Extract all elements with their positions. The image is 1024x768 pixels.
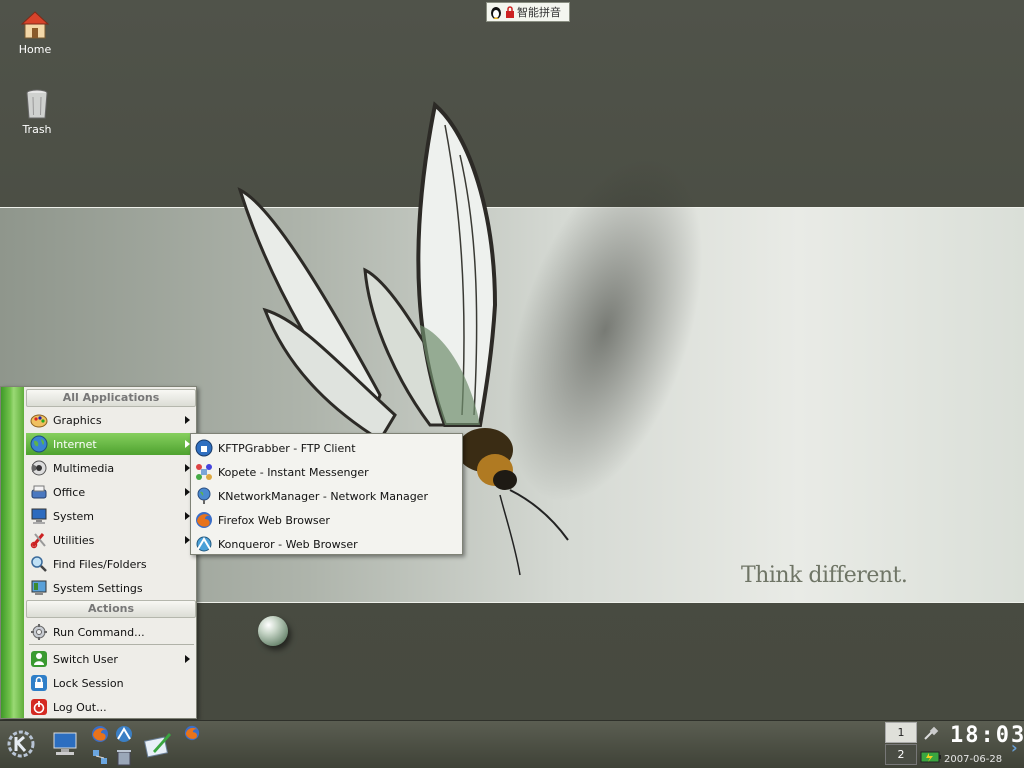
monitor-icon bbox=[53, 732, 77, 755]
kde-icon bbox=[7, 730, 35, 758]
multimedia-icon bbox=[31, 460, 47, 476]
find-icon bbox=[31, 556, 47, 572]
network-plug-icon bbox=[924, 726, 939, 740]
firefox-icon bbox=[92, 726, 108, 742]
menu-item-label: System Settings bbox=[53, 581, 143, 595]
run-icon bbox=[31, 624, 47, 640]
trash-icon bbox=[117, 750, 131, 766]
desktop-icon-home-label: Home bbox=[18, 43, 52, 56]
switch-user-icon bbox=[31, 651, 47, 667]
menu-item-label: System bbox=[53, 509, 95, 523]
menu-item-label: Find Files/Folders bbox=[53, 557, 147, 571]
submenu-item-konqueror[interactable]: Konqueror - Web Browser bbox=[191, 532, 462, 556]
tux-icon bbox=[491, 7, 501, 19]
menu-item-label: Multimedia bbox=[53, 461, 115, 475]
graphics-icon bbox=[30, 414, 48, 428]
menu-item-graphics[interactable]: Graphics bbox=[26, 409, 196, 431]
menu-item-run-command[interactable]: Run Command... bbox=[26, 621, 196, 643]
k-menu-sidebar bbox=[1, 387, 24, 718]
menu-header-all-applications: All Applications bbox=[26, 389, 196, 407]
utilities-icon bbox=[30, 533, 46, 549]
menu-item-office[interactable]: Office bbox=[26, 481, 196, 503]
menu-item-system[interactable]: System bbox=[26, 505, 196, 527]
wallpaper-slogan: Think different. bbox=[741, 563, 908, 588]
menu-item-system-settings[interactable]: System Settings bbox=[26, 577, 196, 599]
lock-icon bbox=[31, 675, 47, 691]
taskbar bbox=[0, 720, 1024, 768]
pager-desktop-2[interactable]: 2 bbox=[885, 744, 917, 765]
office-icon bbox=[31, 485, 47, 499]
desktop-pager: 1 2 bbox=[885, 722, 917, 766]
logout-icon bbox=[31, 699, 47, 715]
clock-date[interactable]: 2007-06-28 bbox=[944, 754, 1002, 765]
menu-item-label: Run Command... bbox=[53, 625, 145, 639]
konqueror-icon bbox=[196, 536, 212, 552]
kopete-icon bbox=[196, 464, 212, 480]
konqueror-launcher[interactable] bbox=[114, 724, 134, 744]
menu-item-find-files[interactable]: Find Files/Folders bbox=[26, 553, 196, 575]
battery-tray[interactable] bbox=[920, 747, 942, 767]
internet-submenu: KFTPGrabber - FTP Client Kopete - Instan… bbox=[190, 433, 463, 555]
pager-desktop-1[interactable]: 1 bbox=[885, 722, 917, 743]
menu-header-actions: Actions bbox=[26, 600, 196, 618]
edit-icon bbox=[143, 733, 171, 758]
menu-item-lock-session[interactable]: Lock Session bbox=[26, 672, 196, 694]
menu-item-label: Office bbox=[53, 485, 86, 499]
firefox-icon bbox=[184, 725, 200, 741]
menu-item-multimedia[interactable]: Multimedia bbox=[26, 457, 196, 479]
submenu-item-label: KFTPGrabber - FTP Client bbox=[218, 441, 356, 455]
desktop-icon-home[interactable]: Home bbox=[5, 10, 65, 56]
menu-item-label: Graphics bbox=[53, 413, 102, 427]
battery-icon bbox=[920, 751, 941, 763]
menu-item-internet[interactable]: Internet bbox=[26, 433, 196, 455]
konqueror-icon bbox=[116, 726, 132, 742]
submenu-arrow-icon bbox=[185, 655, 190, 663]
menu-item-switch-user[interactable]: Switch User bbox=[26, 648, 196, 670]
taskbar-more-arrow[interactable]: › bbox=[1011, 738, 1018, 757]
k-menu-button[interactable] bbox=[4, 725, 38, 763]
menu-separator bbox=[29, 644, 194, 645]
ftp-icon bbox=[195, 439, 213, 457]
menu-item-label: Lock Session bbox=[53, 676, 124, 690]
submenu-item-label: Kopete - Instant Messenger bbox=[218, 465, 369, 479]
submenu-item-knetworkmanager[interactable]: KNetworkManager - Network Manager bbox=[191, 484, 462, 508]
submenu-item-label: Konqueror - Web Browser bbox=[218, 537, 358, 551]
settings-icon bbox=[31, 580, 47, 595]
menu-item-label: Log Out... bbox=[53, 700, 107, 714]
trash-launcher[interactable] bbox=[114, 747, 134, 767]
firefox-icon bbox=[196, 512, 212, 528]
desktop-icon-trash-label: Trash bbox=[22, 123, 52, 136]
submenu-item-label: Firefox Web Browser bbox=[218, 513, 330, 527]
network-tray[interactable] bbox=[920, 723, 942, 745]
network-icon bbox=[93, 750, 107, 764]
system-icon bbox=[31, 508, 47, 524]
home-icon bbox=[20, 11, 50, 39]
editor-launcher[interactable] bbox=[142, 727, 174, 761]
menu-item-label: Utilities bbox=[53, 533, 95, 547]
submenu-item-label: KNetworkManager - Network Manager bbox=[218, 489, 428, 503]
input-method-label: 智能拼音 bbox=[517, 6, 561, 19]
submenu-item-firefox[interactable]: Firefox Web Browser bbox=[191, 508, 462, 532]
submenu-item-kopete[interactable]: Kopete - Instant Messenger bbox=[191, 460, 462, 484]
lock-icon bbox=[506, 6, 514, 18]
internet-icon bbox=[30, 435, 48, 453]
firefox-launcher[interactable] bbox=[90, 724, 110, 744]
submenu-arrow-icon bbox=[185, 416, 190, 424]
firefox-task[interactable] bbox=[182, 723, 202, 743]
menu-item-label: Switch User bbox=[53, 652, 118, 666]
menu-item-label: Internet bbox=[53, 437, 97, 451]
network-icon bbox=[197, 487, 211, 504]
network-launcher[interactable] bbox=[90, 747, 110, 767]
menu-item-utilities[interactable]: Utilities bbox=[26, 529, 196, 551]
menu-item-log-out[interactable]: Log Out... bbox=[26, 696, 196, 718]
show-desktop-button[interactable] bbox=[50, 727, 80, 761]
wallpaper-bubble bbox=[258, 616, 288, 646]
input-method-indicator[interactable]: 智能拼音 bbox=[486, 2, 570, 22]
submenu-item-kftpgrabber[interactable]: KFTPGrabber - FTP Client bbox=[191, 436, 462, 460]
desktop-icon-trash[interactable]: Trash bbox=[7, 88, 67, 136]
trash-icon bbox=[26, 89, 48, 119]
k-menu: All Applications Graphics Internet Multi… bbox=[0, 386, 197, 719]
